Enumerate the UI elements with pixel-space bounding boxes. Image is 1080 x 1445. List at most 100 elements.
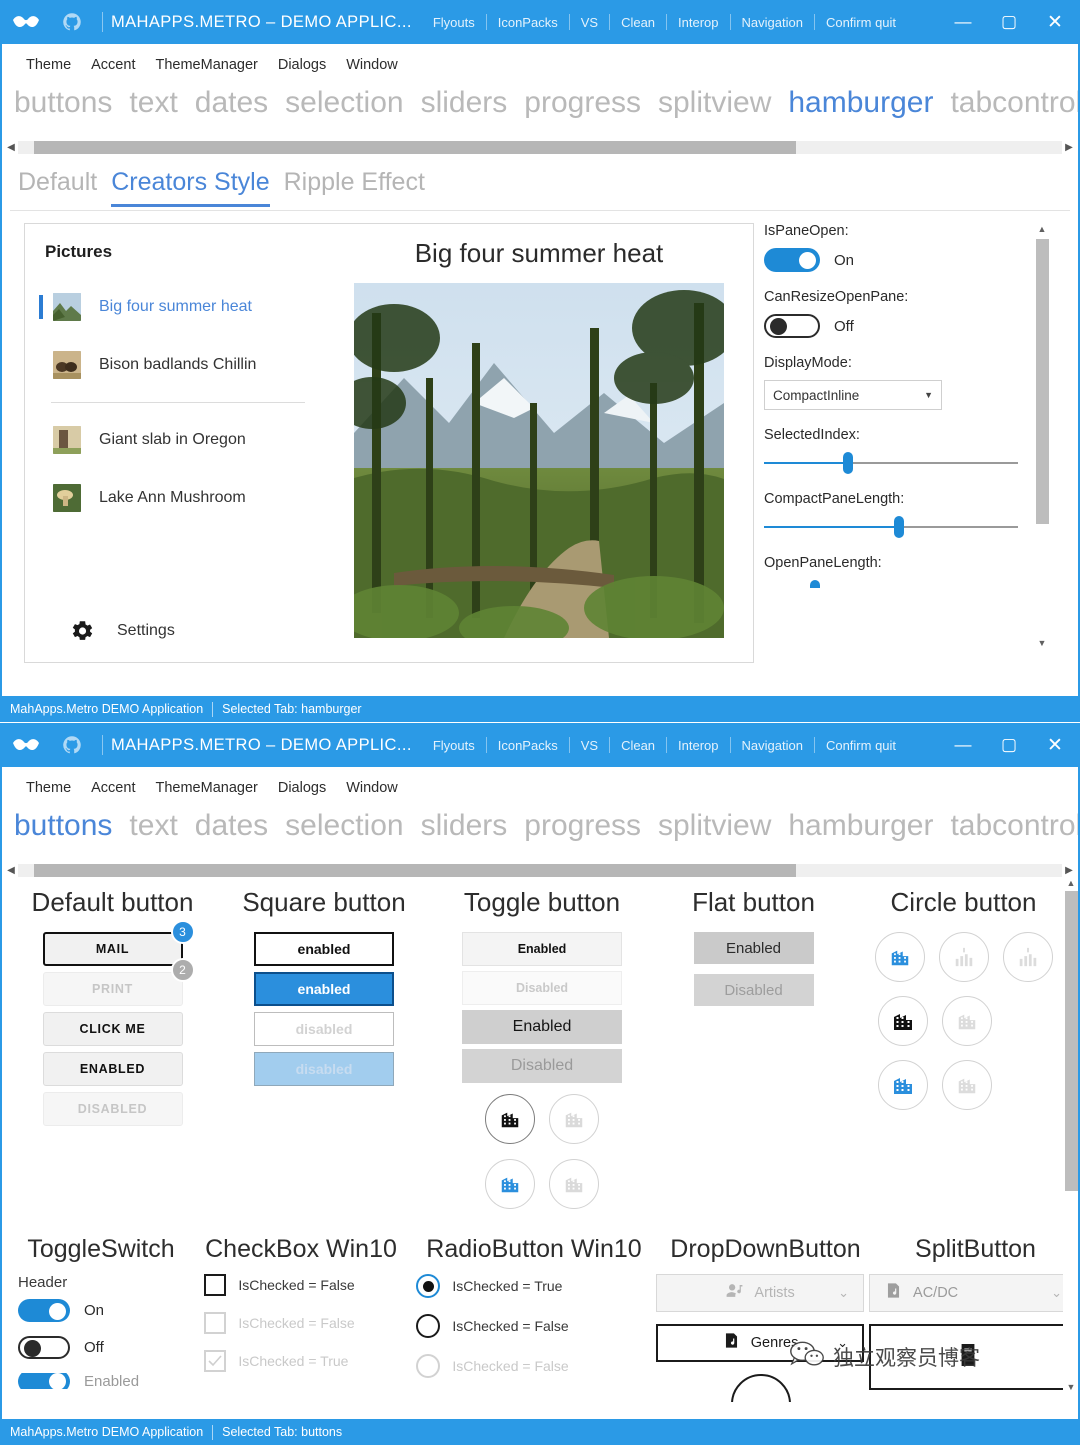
- toggleswitch-on[interactable]: [18, 1299, 70, 1322]
- slider-thumb[interactable]: [842, 452, 853, 474]
- tab-tabcontrol[interactable]: tabcontrol: [950, 86, 1078, 120]
- tab-splitview[interactable]: splitview: [658, 86, 771, 120]
- close-button[interactable]: ✕: [1032, 723, 1078, 767]
- enabled-button[interactable]: ENABLED: [42, 1052, 183, 1086]
- tab-dates[interactable]: dates: [195, 809, 268, 843]
- vscroll-thumb[interactable]: [1035, 239, 1049, 524]
- titlebar-menu-interop[interactable]: Interop: [667, 738, 729, 753]
- hscroll-track[interactable]: [18, 863, 1062, 877]
- vscroll-track[interactable]: [1064, 891, 1078, 1379]
- toggleswitch-off[interactable]: [18, 1336, 70, 1359]
- radio-row-1[interactable]: IsChecked = True: [416, 1274, 652, 1298]
- tabstrip-hscrollbar[interactable]: ◀ ▶: [2, 136, 1078, 158]
- toggleswitch-off-row[interactable]: Off: [18, 1336, 190, 1359]
- scroll-up-icon[interactable]: ▲: [1038, 221, 1047, 237]
- tab-text[interactable]: text: [129, 86, 177, 120]
- scroll-down-icon[interactable]: ▼: [1067, 1379, 1076, 1395]
- radio-checked[interactable]: [416, 1274, 441, 1298]
- tab-sliders[interactable]: sliders: [421, 809, 508, 843]
- mail-button[interactable]: MAIL: [42, 932, 183, 966]
- tab-progress[interactable]: progress: [524, 809, 641, 843]
- toggle-enabled-button[interactable]: Enabled: [462, 932, 622, 966]
- minimize-button[interactable]: —: [940, 723, 986, 767]
- chevron-down-icon[interactable]: ⌄: [837, 1335, 848, 1351]
- maximize-button[interactable]: ▢: [986, 0, 1032, 44]
- chevron-down-icon[interactable]: ⌄: [1051, 1285, 1062, 1301]
- tab-dates[interactable]: dates: [195, 86, 268, 120]
- toggle-checked-enabled-button[interactable]: Enabled: [462, 1010, 622, 1044]
- tab-buttons[interactable]: buttons: [14, 86, 112, 120]
- tab-selection[interactable]: selection: [285, 809, 403, 843]
- tab-sliders[interactable]: sliders: [421, 86, 508, 120]
- menu-thememanager[interactable]: ThemeManager: [145, 57, 267, 73]
- titlebar-menu-navigation[interactable]: Navigation: [731, 738, 814, 753]
- hscroll-track[interactable]: [18, 140, 1062, 154]
- titlebar-menu-vs[interactable]: VS: [570, 15, 609, 30]
- menu-dialogs[interactable]: Dialogs: [268, 57, 336, 73]
- titlebar-menu-navigation[interactable]: Navigation: [731, 15, 814, 30]
- chevron-down-icon[interactable]: ▼: [924, 390, 933, 400]
- toggle-circle-city-dark[interactable]: [485, 1094, 535, 1144]
- dropdown-artists-button[interactable]: Artists ⌄: [656, 1274, 865, 1312]
- titlebar-menu-confirm-quit[interactable]: Confirm quit: [815, 738, 907, 753]
- canresize-toggle-row[interactable]: Off: [764, 314, 1034, 338]
- dropdown-circle-partial[interactable]: [656, 1374, 865, 1402]
- pane-item-lake-ann-mushroom[interactable]: Lake Ann Mushroom: [25, 469, 325, 527]
- titlebar-menu-vs[interactable]: VS: [570, 738, 609, 753]
- scroll-left-icon[interactable]: ◀: [4, 142, 18, 153]
- pane-item-settings[interactable]: Settings: [25, 600, 325, 662]
- click-me-button[interactable]: CLICK ME: [42, 1012, 183, 1046]
- options-vscrollbar[interactable]: ▲ ▼: [1034, 221, 1050, 651]
- vscroll-thumb[interactable]: [1064, 891, 1078, 1191]
- tab-buttons[interactable]: buttons: [14, 809, 112, 843]
- hscroll-thumb[interactable]: [33, 863, 796, 877]
- checkbox-row-1[interactable]: IsChecked = False: [204, 1274, 406, 1296]
- titlebar-menu-confirm-quit[interactable]: Confirm quit: [815, 15, 907, 30]
- ispaneopen-toggle[interactable]: [764, 248, 820, 272]
- github-octocat-icon[interactable]: [50, 12, 94, 32]
- tab-text[interactable]: text: [129, 809, 177, 843]
- scroll-down-icon[interactable]: ▼: [1038, 635, 1047, 651]
- scroll-up-icon[interactable]: ▲: [1067, 881, 1076, 891]
- slider-thumb[interactable]: [809, 580, 820, 588]
- titlebar-menu-clean[interactable]: Clean: [610, 738, 666, 753]
- maximize-button[interactable]: ▢: [986, 723, 1032, 767]
- compactpanelength-slider[interactable]: [764, 516, 1018, 538]
- tab-selection[interactable]: selection: [285, 86, 403, 120]
- buttons-vscrollbar[interactable]: ▲ ▼: [1063, 881, 1078, 1395]
- titlebar-menu-flyouts[interactable]: Flyouts: [422, 15, 486, 30]
- titlebar-menu-flyouts[interactable]: Flyouts: [422, 738, 486, 753]
- split-book-button[interactable]: [869, 1324, 1078, 1390]
- minimize-button[interactable]: —: [940, 0, 986, 44]
- pane-item-giant-slab-in-oregon[interactable]: Giant slab in Oregon: [25, 411, 325, 469]
- toggleswitch-enabled[interactable]: [18, 1373, 70, 1389]
- openpanelength-slider[interactable]: [764, 580, 1018, 588]
- titlebar-menu-clean[interactable]: Clean: [610, 15, 666, 30]
- tab-splitview[interactable]: splitview: [658, 809, 771, 843]
- subtab-ripple-effect[interactable]: Ripple Effect: [284, 168, 425, 201]
- pane-item-bison-badlands-chillin[interactable]: Bison badlands Chillin: [25, 336, 325, 394]
- checkbox-unchecked[interactable]: [204, 1274, 227, 1296]
- subtab-default[interactable]: Default: [18, 168, 97, 201]
- github-octocat-icon[interactable]: [50, 735, 94, 755]
- ispaneopen-toggle-row[interactable]: On: [764, 248, 1034, 272]
- circle-button-city-blue[interactable]: [874, 932, 925, 982]
- slider-thumb[interactable]: [893, 516, 904, 538]
- menu-thememanager[interactable]: ThemeManager: [145, 780, 267, 796]
- tab-hamburger[interactable]: hamburger: [788, 809, 933, 843]
- radio-unchecked[interactable]: [416, 1314, 441, 1338]
- circle-button-city-blue-2[interactable]: [877, 1060, 928, 1110]
- menu-window[interactable]: Window: [336, 57, 408, 73]
- square-accent-enabled-button[interactable]: enabled: [254, 972, 394, 1006]
- circle-dropdown-button[interactable]: [730, 1374, 791, 1402]
- radio-row-2[interactable]: IsChecked = False: [416, 1314, 652, 1338]
- subtab-creators-style[interactable]: Creators Style: [111, 168, 271, 207]
- vscroll-track[interactable]: [1035, 237, 1049, 635]
- menu-window[interactable]: Window: [336, 780, 408, 796]
- dropdown-genres-button[interactable]: Genres ⌄: [656, 1324, 865, 1362]
- menu-theme[interactable]: Theme: [16, 780, 81, 796]
- toggle-circle-city-blue[interactable]: [485, 1159, 535, 1209]
- tab-progress[interactable]: progress: [524, 86, 641, 120]
- menu-dialogs[interactable]: Dialogs: [268, 780, 336, 796]
- displaymode-combobox[interactable]: CompactInline ▼: [764, 380, 942, 410]
